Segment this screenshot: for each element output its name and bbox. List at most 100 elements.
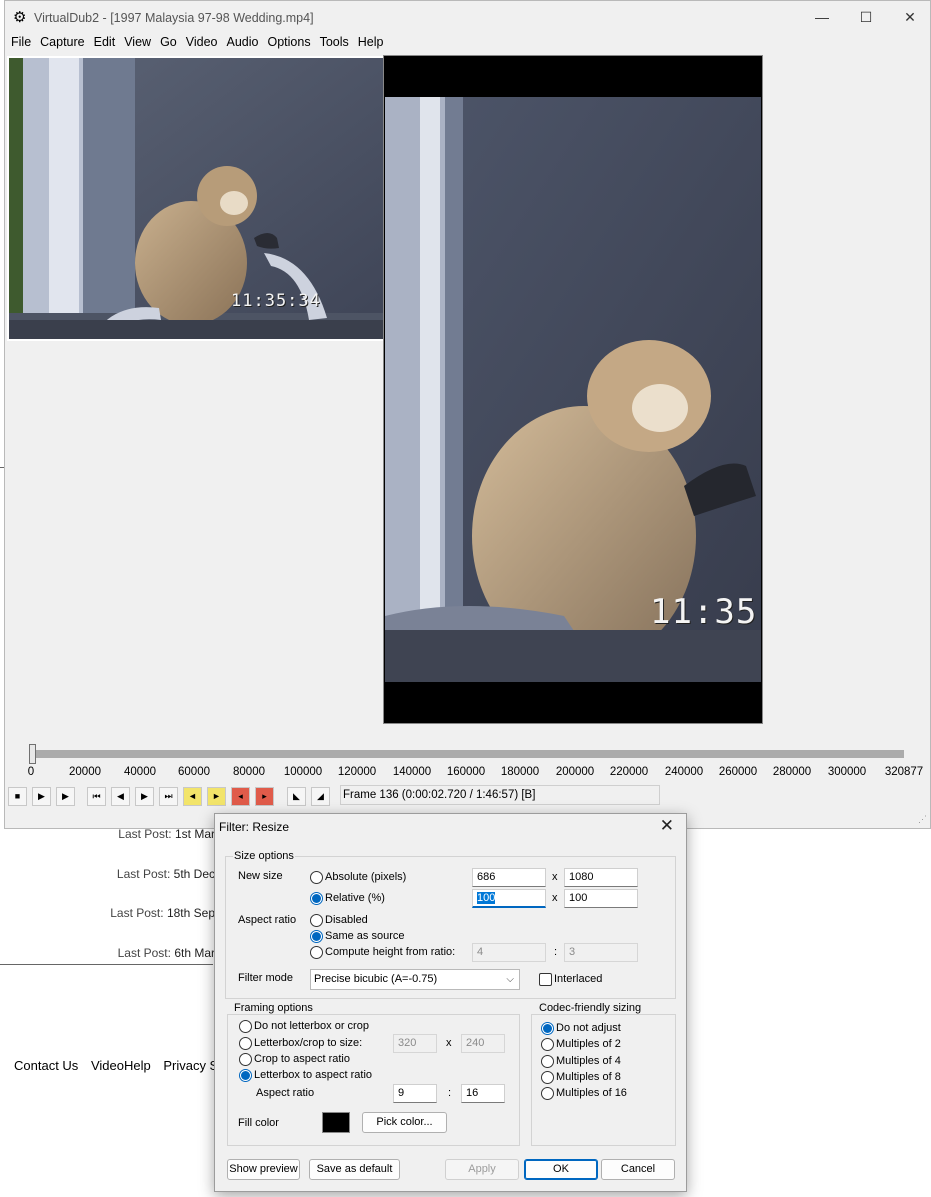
- codec-mult-8-radio[interactable]: Multiples of 8: [541, 1071, 621, 1084]
- codec-mult-2-radio[interactable]: Multiples of 2: [541, 1038, 621, 1051]
- minimize-button[interactable]: —: [812, 9, 832, 25]
- relative-radio[interactable]: Relative (%): [310, 892, 385, 905]
- menu-file[interactable]: File: [11, 35, 31, 49]
- pick-color-button[interactable]: Pick color...: [362, 1112, 447, 1133]
- output-video-pane[interactable]: 11:35: [383, 55, 763, 724]
- tick-label: 320877: [884, 766, 924, 778]
- framing-width-field[interactable]: 320: [393, 1034, 437, 1053]
- menu-tools[interactable]: Tools: [320, 35, 349, 49]
- window-title: VirtualDub2 - [1997 Malaysia 97-98 Weddi…: [34, 11, 314, 25]
- interlaced-checkbox[interactable]: Interlaced: [539, 973, 602, 986]
- menu-audio[interactable]: Audio: [227, 35, 259, 49]
- close-button[interactable]: ✕: [900, 9, 920, 26]
- framing-aspect-a-field[interactable]: 9: [393, 1084, 437, 1103]
- fill-color-swatch: [322, 1112, 350, 1133]
- output-timecode: 11:35: [650, 592, 758, 632]
- relative-height-field[interactable]: 100: [564, 889, 638, 908]
- size-x-separator: x: [552, 892, 558, 904]
- prev-frame-icon[interactable]: ◀: [111, 787, 130, 806]
- next-keyframe-icon[interactable]: ►: [207, 787, 226, 806]
- codec-sizing-label: Codec-friendly sizing: [538, 1002, 643, 1014]
- footer-link-contact[interactable]: Contact Us: [14, 1058, 78, 1073]
- play-output-icon[interactable]: ▶: [56, 787, 75, 806]
- resize-grip-icon[interactable]: ⋰: [918, 814, 927, 825]
- tick-label: 300000: [827, 766, 867, 778]
- prev-keyframe-icon[interactable]: ◄: [183, 787, 202, 806]
- stop-icon[interactable]: ■: [8, 787, 27, 806]
- footer-link-videohelp[interactable]: VideoHelp: [91, 1058, 151, 1073]
- aspect-compute-radio[interactable]: Compute height from ratio:: [310, 946, 455, 959]
- relative-width-value: 100: [477, 892, 496, 904]
- aspect-same-radio[interactable]: Same as source: [310, 930, 404, 943]
- absolute-radio[interactable]: Absolute (pixels): [310, 871, 406, 884]
- apply-button[interactable]: Apply: [445, 1159, 519, 1180]
- last-post-row: Last Post: 6th Mar: [117, 946, 215, 960]
- frame-status: Frame 136 (0:00:02.720 / 1:46:57) [B]: [340, 785, 660, 805]
- aspect-disabled-radio[interactable]: Disabled: [310, 914, 368, 927]
- input-timecode: 11:35:34: [231, 291, 321, 311]
- mark-out-icon[interactable]: ◢: [311, 787, 330, 806]
- next-frame-icon[interactable]: ▶: [135, 787, 154, 806]
- background-divider: [0, 964, 213, 965]
- codec-mult-4-radio[interactable]: Multiples of 4: [541, 1055, 621, 1068]
- next-scene-icon[interactable]: ▸: [255, 787, 274, 806]
- framing-crop-aspect-radio[interactable]: Crop to aspect ratio: [239, 1053, 350, 1066]
- filter-mode-label: Filter mode: [238, 972, 294, 984]
- menu-capture[interactable]: Capture: [40, 35, 84, 49]
- output-video-frame: 11:35: [384, 56, 762, 723]
- show-preview-button[interactable]: Show preview: [227, 1159, 300, 1180]
- menu-video[interactable]: Video: [186, 35, 218, 49]
- tick-label: 220000: [609, 766, 649, 778]
- absolute-height-field[interactable]: 1080: [564, 868, 638, 887]
- tick-label: 20000: [69, 766, 101, 778]
- framing-letterbox-size-radio[interactable]: Letterbox/crop to size:: [239, 1037, 362, 1050]
- virtualdub-window: ⚙ VirtualDub2 - [1997 Malaysia 97-98 Wed…: [4, 0, 931, 829]
- absolute-width-field[interactable]: 686: [472, 868, 546, 887]
- tick-label: 180000: [500, 766, 540, 778]
- dialog-close-button[interactable]: ✕: [660, 816, 674, 836]
- ok-button[interactable]: OK: [524, 1159, 598, 1180]
- cancel-button[interactable]: Cancel: [601, 1159, 675, 1180]
- last-post-row: Last Post: 5th Dec: [116, 867, 215, 881]
- codec-no-adjust-radio[interactable]: Do not adjust: [541, 1022, 621, 1035]
- filter-mode-value: Precise bicubic (A=-0.75): [314, 973, 438, 985]
- framing-aspect-b-field[interactable]: 16: [461, 1084, 505, 1103]
- save-default-button[interactable]: Save as default: [309, 1159, 400, 1180]
- ratio-b-field[interactable]: 3: [564, 943, 638, 962]
- timeline-track[interactable]: [29, 750, 904, 758]
- play-input-icon[interactable]: ▶: [32, 787, 51, 806]
- tick-label: 140000: [392, 766, 432, 778]
- go-end-icon[interactable]: ⏭: [159, 787, 178, 806]
- relative-width-field[interactable]: 100: [472, 889, 546, 908]
- timeline-thumb[interactable]: [29, 744, 37, 764]
- filter-mode-select[interactable]: Precise bicubic (A=-0.75) ⌵: [310, 969, 520, 990]
- dialog-title: Filter: Resize: [219, 820, 290, 834]
- title-bar[interactable]: ⚙ VirtualDub2 - [1997 Malaysia 97-98 Wed…: [5, 1, 930, 35]
- menu-edit[interactable]: Edit: [94, 35, 116, 49]
- go-start-icon[interactable]: ⏮: [87, 787, 106, 806]
- framing-none-radio[interactable]: Do not letterbox or crop: [239, 1020, 369, 1033]
- tick-label: 240000: [664, 766, 704, 778]
- input-video-pane[interactable]: 11:35:34: [7, 56, 385, 341]
- menu-help[interactable]: Help: [358, 35, 384, 49]
- menu-bar: File Capture Edit View Go Video Audio Options To…: [5, 35, 386, 53]
- prev-scene-icon[interactable]: ◂: [231, 787, 250, 806]
- menu-go[interactable]: Go: [160, 35, 177, 49]
- maximize-button[interactable]: ☐: [856, 9, 876, 26]
- input-video-image: [9, 58, 383, 339]
- menu-view[interactable]: View: [124, 35, 151, 49]
- mark-in-icon[interactable]: ◣: [287, 787, 306, 806]
- chevron-down-icon: ⌵: [506, 974, 514, 985]
- tick-label: 40000: [124, 766, 156, 778]
- codec-mult-16-radio[interactable]: Multiples of 16: [541, 1087, 627, 1100]
- size-x-separator: x: [552, 871, 558, 883]
- framing-letterbox-aspect-radio[interactable]: Letterbox to aspect ratio: [239, 1069, 372, 1082]
- tick-label: 260000: [718, 766, 758, 778]
- tick-label: 120000: [337, 766, 377, 778]
- menu-options[interactable]: Options: [267, 35, 310, 49]
- size-options-label: Size options: [233, 850, 295, 862]
- framing-height-field[interactable]: 240: [461, 1034, 505, 1053]
- timeline-ticks: 0 20000 40000 60000 80000 100000 120000 …: [5, 766, 931, 780]
- tick-label: 100000: [283, 766, 323, 778]
- ratio-a-field[interactable]: 4: [472, 943, 546, 962]
